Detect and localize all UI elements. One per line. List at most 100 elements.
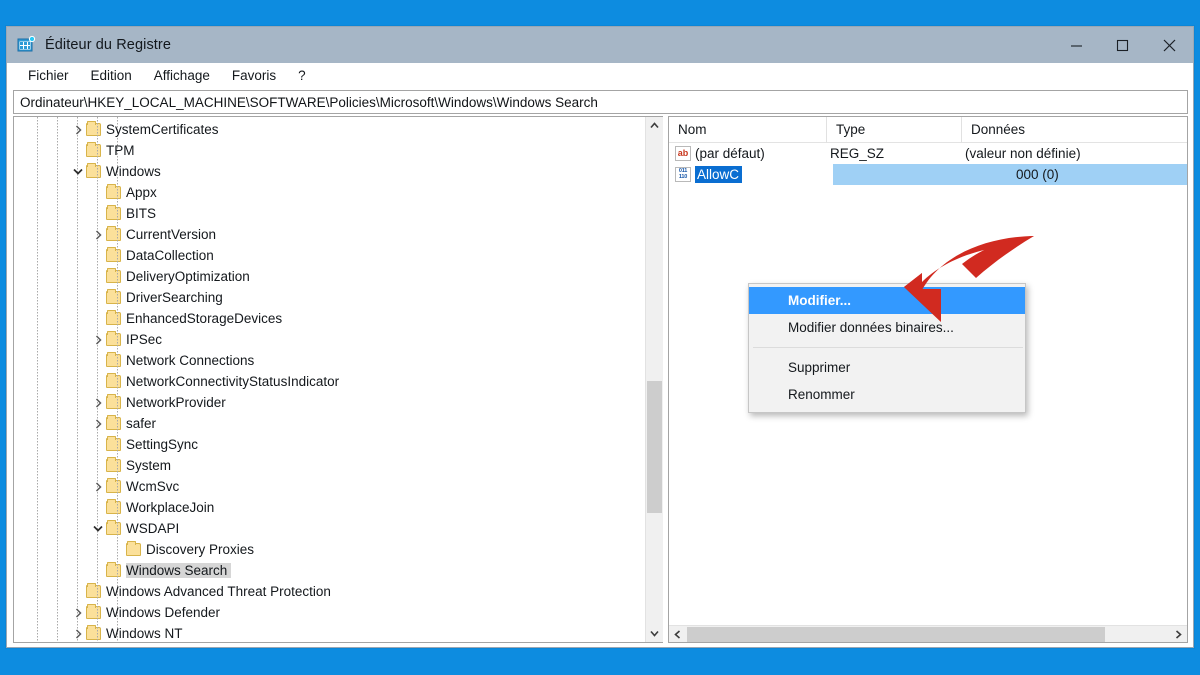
tree-item[interactable]: CurrentVersion: [14, 224, 645, 245]
tree-item[interactable]: TPM: [14, 140, 645, 161]
tree-item[interactable]: NetworkConnectivityStatusIndicator: [14, 371, 645, 392]
menu-item-edition[interactable]: Edition: [80, 65, 143, 87]
menu-item-affichage[interactable]: Affichage: [143, 65, 221, 87]
tree-item[interactable]: DriverSearching: [14, 287, 645, 308]
folder-icon: [86, 163, 101, 178]
folder-icon: [106, 268, 121, 283]
tree-item-label: System: [126, 458, 172, 473]
tree-item[interactable]: WorkplaceJoin: [14, 497, 645, 518]
tree-item-label: safer: [126, 416, 157, 431]
tree-item[interactable]: Windows: [14, 161, 645, 182]
column-header-nom[interactable]: Nom: [669, 116, 827, 143]
folder-icon: [106, 226, 121, 241]
tree-item[interactable]: safer: [14, 413, 645, 434]
chevron-right-icon[interactable]: [90, 479, 106, 495]
values-horizontal-scrollbar[interactable]: [669, 625, 1187, 642]
tree-item-label: DataCollection: [126, 248, 214, 263]
chevron-right-icon[interactable]: [70, 605, 86, 621]
tree-item-label: TPM: [106, 143, 135, 158]
value-name-cell: ab (par défaut): [669, 146, 827, 161]
context-menu-item-label: Modifier...: [788, 293, 852, 308]
key-tree[interactable]: SystemCertificates TPM Windows Appx BITS Curr…: [14, 117, 645, 642]
context-menu-item[interactable]: Modifier données binaires...: [749, 314, 1025, 341]
menu-item-fichier[interactable]: Fichier: [17, 65, 80, 87]
tree-item[interactable]: NetworkProvider: [14, 392, 645, 413]
chevron-right-icon[interactable]: [70, 626, 86, 642]
minimize-button[interactable]: [1053, 27, 1099, 63]
folder-icon: [86, 142, 101, 157]
chevron-right-icon[interactable]: [90, 332, 106, 348]
context-menu-item[interactable]: Supprimer: [749, 354, 1025, 381]
context-menu-item[interactable]: Modifier...: [749, 287, 1025, 314]
menu-item-favoris[interactable]: Favoris: [221, 65, 287, 87]
value-data-cell: 000 (0): [1016, 167, 1059, 182]
tree-item[interactable]: SystemCertificates: [14, 119, 645, 140]
value-row[interactable]: ab (par défaut) REG_SZ (valeur non définie): [669, 143, 1187, 164]
tree-item[interactable]: System: [14, 455, 645, 476]
tree-item-label: WSDAPI: [126, 521, 180, 536]
scroll-down-icon[interactable]: [645, 625, 663, 642]
menubar: Fichier Edition Affichage Favoris ?: [7, 63, 1193, 90]
tree-item-label: Windows: [106, 164, 161, 179]
address-bar[interactable]: Ordinateur\HKEY_LOCAL_MACHINE\SOFTWARE\P…: [13, 90, 1188, 114]
tree-item[interactable]: SettingSync: [14, 434, 645, 455]
window-title: Éditeur du Registre: [45, 37, 172, 53]
tree-vertical-scrollbar[interactable]: [645, 117, 663, 642]
chevron-right-icon[interactable]: [90, 395, 106, 411]
context-menu[interactable]: Modifier... Modifier données binaires... S…: [748, 283, 1026, 413]
tree-item[interactable]: Network Connections: [14, 350, 645, 371]
tree-item-label: IPSec: [126, 332, 163, 347]
folder-icon: [106, 289, 121, 304]
tree-item[interactable]: Discovery Proxies: [14, 539, 645, 560]
tree-item-label: WcmSvc: [126, 479, 180, 494]
tree-guide-line: [117, 117, 118, 642]
folder-icon: [106, 415, 121, 430]
folder-icon: [106, 331, 121, 346]
tree-guide-line: [37, 117, 38, 642]
tree-scroll-track[interactable]: [645, 134, 663, 625]
value-name-label: (par défaut): [695, 146, 765, 161]
values-scroll-thumb[interactable]: [687, 627, 1105, 642]
tree-item[interactable]: DeliveryOptimization: [14, 266, 645, 287]
string-value-icon: ab: [675, 146, 691, 161]
registry-editor-icon: [16, 35, 36, 55]
context-menu-item[interactable]: Renommer: [749, 381, 1025, 408]
close-button[interactable]: [1145, 27, 1193, 63]
tree-scroll-thumb[interactable]: [647, 381, 662, 513]
scroll-right-icon[interactable]: [1170, 626, 1187, 643]
registry-editor-window: Éditeur du Registre Fichier Edition Affi…: [6, 26, 1194, 648]
window-titlebar: Éditeur du Registre: [7, 27, 1193, 63]
menu-item-help[interactable]: ?: [287, 65, 317, 87]
tree-item[interactable]: BITS: [14, 203, 645, 224]
column-header-type[interactable]: Type: [827, 116, 962, 143]
tree-item[interactable]: DataCollection: [14, 245, 645, 266]
value-row-selected[interactable]: 011 110 AllowC 000 (0): [669, 164, 1187, 185]
tree-item-selected[interactable]: Windows Search: [14, 560, 645, 581]
scroll-left-icon[interactable]: [669, 626, 686, 643]
scroll-up-icon[interactable]: [645, 117, 663, 134]
tree-item[interactable]: WcmSvc: [14, 476, 645, 497]
chevron-right-icon[interactable]: [70, 122, 86, 138]
tree-item[interactable]: WSDAPI: [14, 518, 645, 539]
chevron-right-icon[interactable]: [90, 227, 106, 243]
column-header-donnees[interactable]: Données: [962, 117, 1192, 143]
maximize-button[interactable]: [1099, 27, 1145, 63]
context-menu-separator: [753, 347, 1023, 348]
tree-item[interactable]: Windows Advanced Threat Protection: [14, 581, 645, 602]
chevron-down-icon[interactable]: [70, 164, 86, 180]
folder-icon: [106, 394, 121, 409]
tree-item[interactable]: Windows Defender: [14, 602, 645, 623]
tree-item-label: Network Connections: [126, 353, 255, 368]
folder-icon: [106, 352, 121, 367]
chevron-down-icon[interactable]: [90, 521, 106, 537]
tree-item[interactable]: IPSec: [14, 329, 645, 350]
tree-item[interactable]: Windows NT: [14, 623, 645, 642]
tree-item[interactable]: EnhancedStorageDevices: [14, 308, 645, 329]
tree-item[interactable]: Appx: [14, 182, 645, 203]
chevron-right-icon[interactable]: [90, 416, 106, 432]
